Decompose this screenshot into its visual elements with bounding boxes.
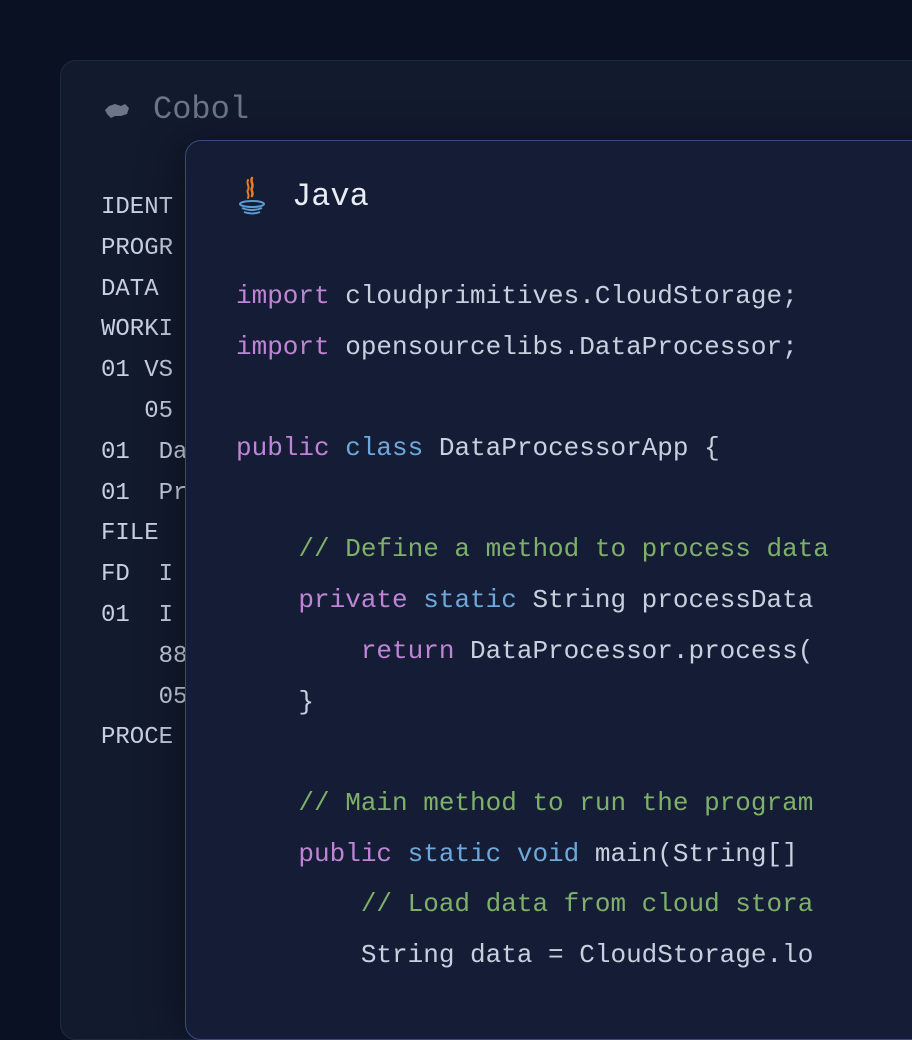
java-line: return DataProcessor.process( [236, 626, 912, 677]
cobol-title: Cobol [153, 91, 249, 128]
java-line: public class DataProcessorApp { [236, 423, 912, 474]
java-line: } [236, 677, 912, 728]
java-header: Java [186, 141, 912, 251]
java-line: public static void main(String[] [236, 829, 912, 880]
java-line: import opensourcelibs.DataProcessor; [236, 322, 912, 373]
java-comment: // Define a method to process data [236, 524, 912, 575]
java-line: String data = CloudStorage.lo [236, 930, 912, 981]
java-line: private static String processData [236, 575, 912, 626]
java-line [236, 727, 912, 778]
java-icon [236, 176, 268, 216]
java-title: Java [292, 178, 369, 215]
rhino-icon [101, 94, 133, 126]
java-line [236, 474, 912, 525]
java-window: Java import cloudprimitives.CloudStorage… [185, 140, 912, 1040]
java-code-area: import cloudprimitives.CloudStorage; imp… [186, 251, 912, 1001]
java-comment: // Main method to run the program [236, 778, 912, 829]
java-line [236, 372, 912, 423]
java-line: import cloudprimitives.CloudStorage; [236, 271, 912, 322]
java-comment: // Load data from cloud stora [236, 879, 912, 930]
